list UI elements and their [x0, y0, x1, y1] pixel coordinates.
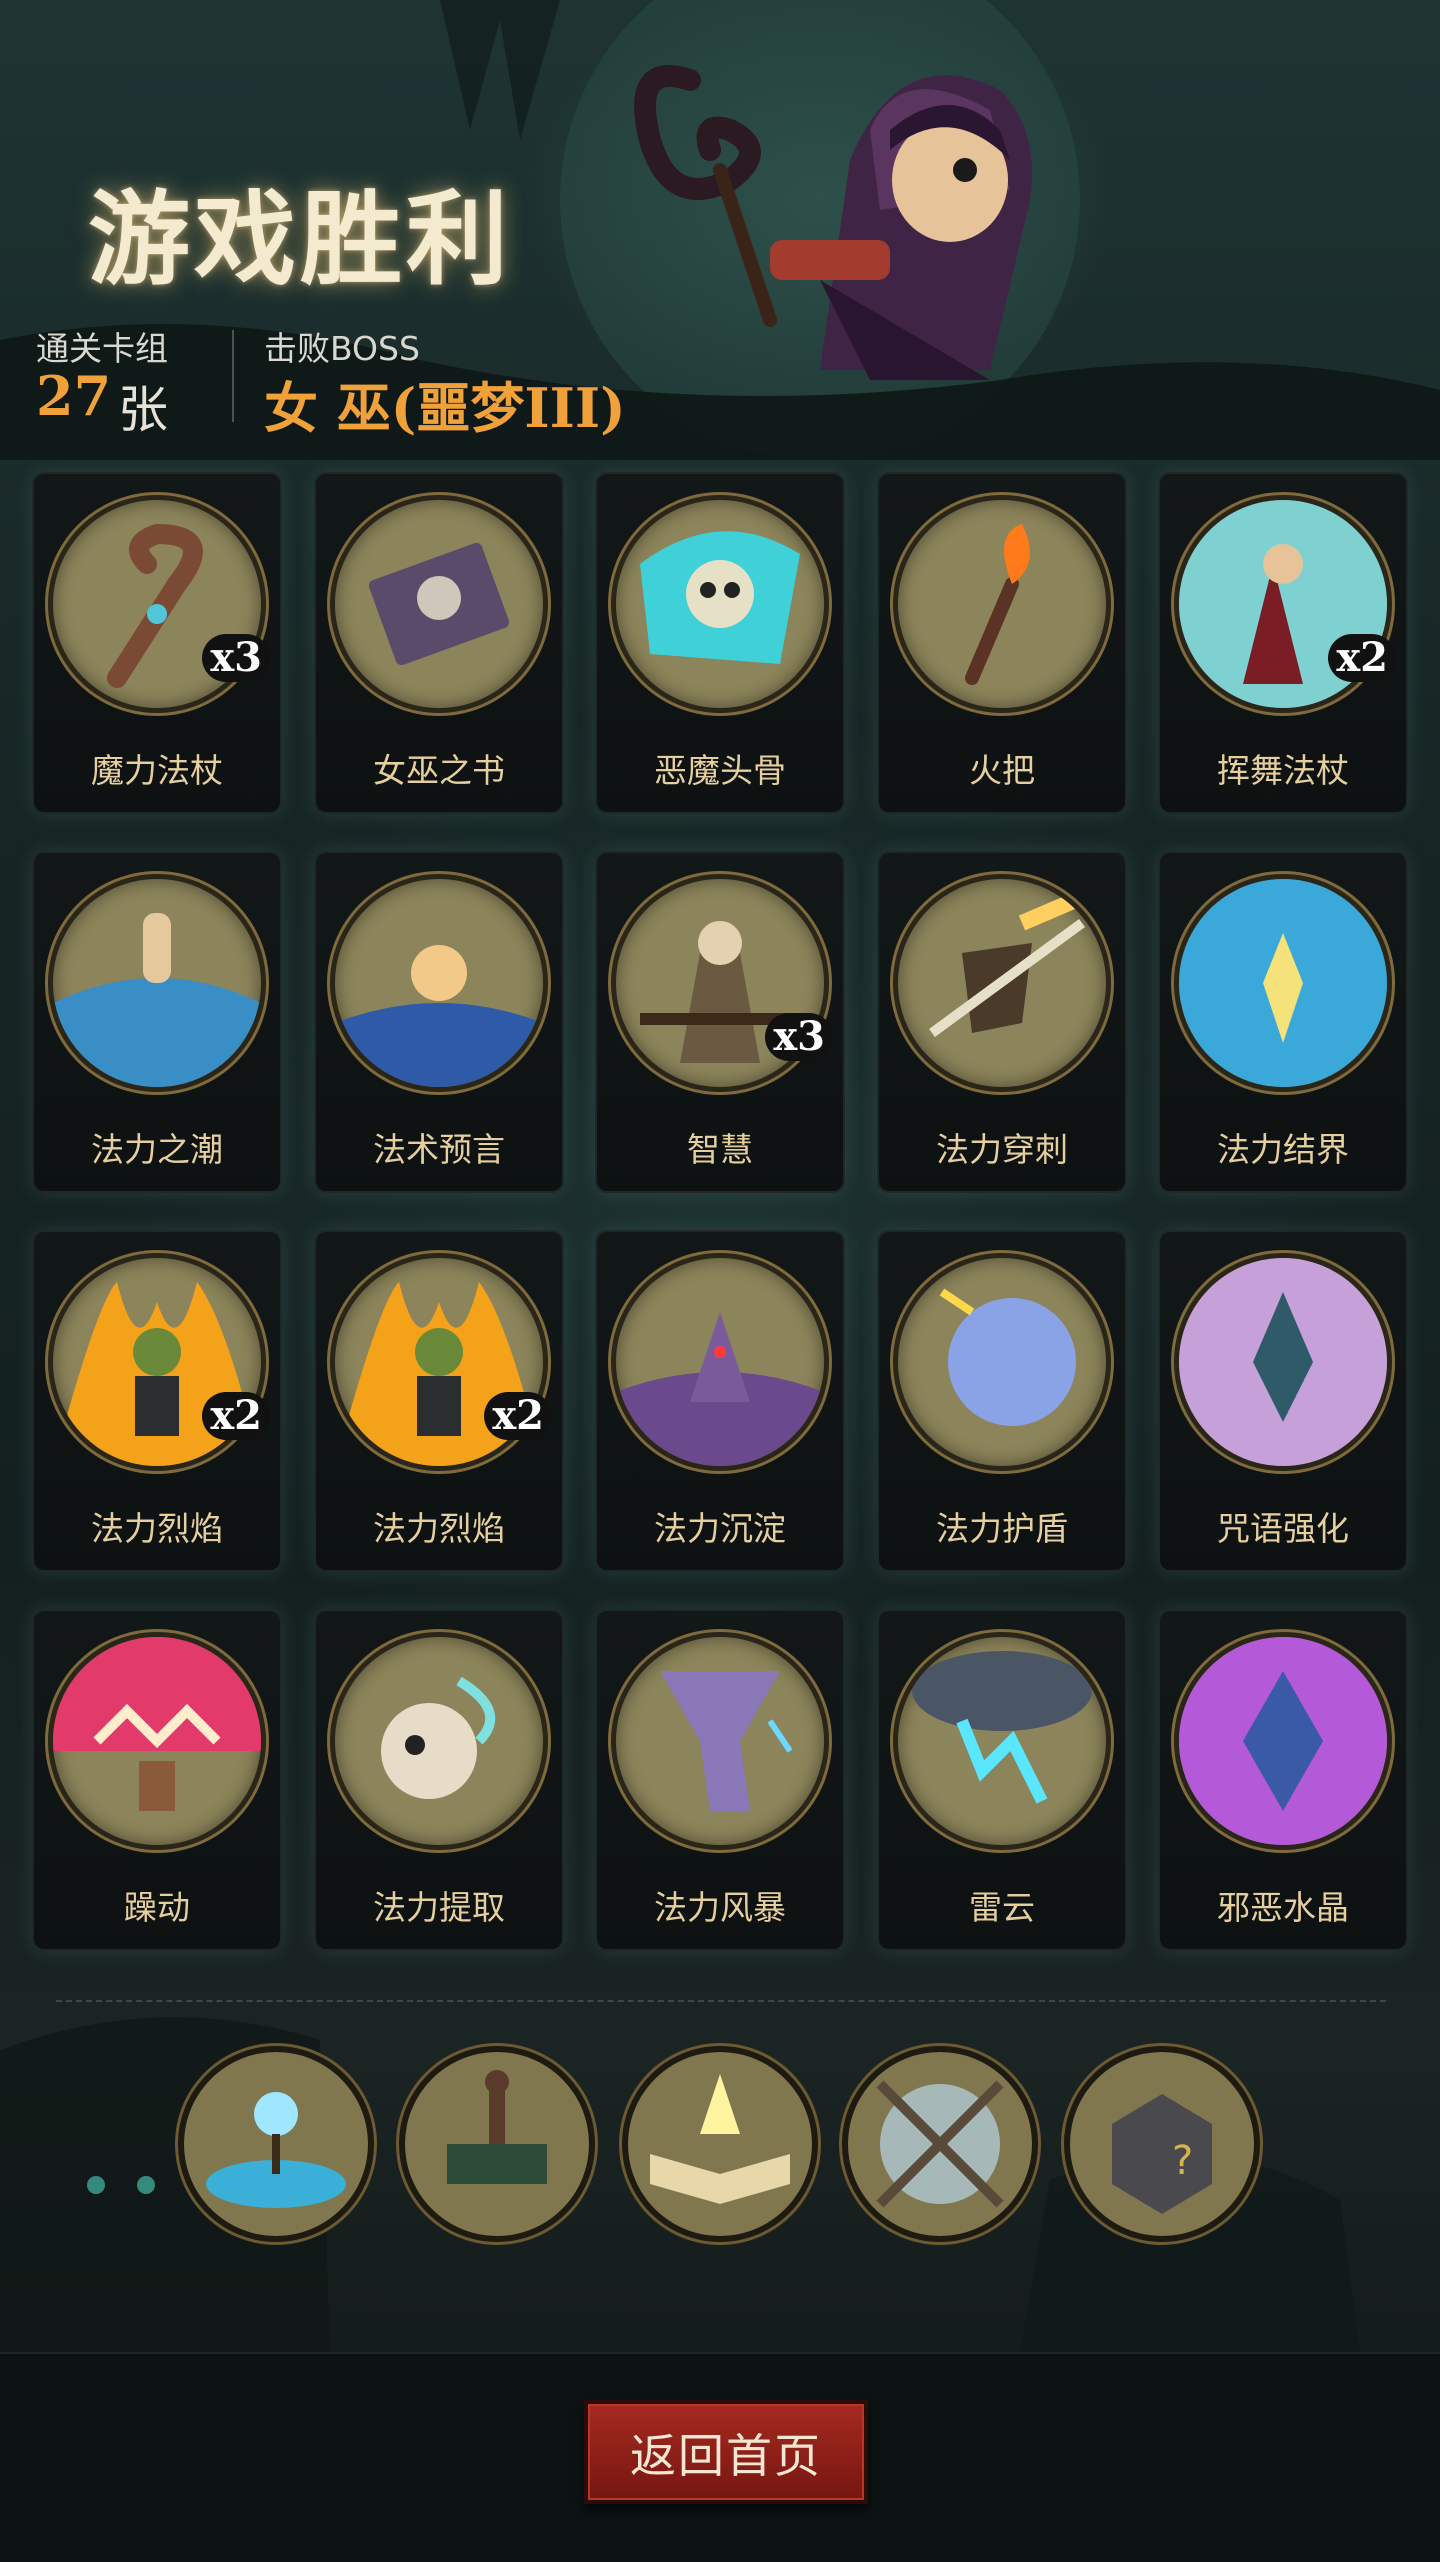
- return-home-button[interactable]: 返回首页: [584, 2400, 868, 2504]
- card-name: 咒语强化: [1217, 1509, 1349, 1548]
- card-name: 躁动: [124, 1888, 190, 1927]
- deck-card[interactable]: 邪恶水晶: [1160, 1611, 1406, 1949]
- crystal-empower-icon: [1179, 1258, 1387, 1466]
- footer-bar: 返回首页: [0, 2352, 1440, 2562]
- tide-hand-icon: [53, 879, 261, 1087]
- card-name: 法力护盾: [936, 1509, 1068, 1548]
- card-name: 挥舞法杖: [1217, 751, 1349, 790]
- card-count-badge: x2: [1328, 634, 1396, 682]
- deck-count-unit: 张: [118, 381, 168, 439]
- card-name: 法力烈焰: [91, 1509, 223, 1548]
- thundercloud-icon: [898, 1637, 1106, 1845]
- deck-card[interactable]: 女巫之书: [316, 474, 562, 812]
- card-count-badge: x3: [202, 634, 270, 682]
- deck-card[interactable]: x2 法力烈焰: [316, 1232, 562, 1570]
- deck-card[interactable]: 法力穿刺: [879, 853, 1125, 1191]
- card-count-badge: x3: [765, 1013, 833, 1061]
- victory-title: 游戏胜利: [88, 180, 512, 300]
- crossed-staves-relic-icon[interactable]: [848, 2052, 1032, 2236]
- deck-card[interactable]: 火把: [879, 474, 1125, 812]
- card-name: 法力风暴: [654, 1888, 786, 1927]
- boss-name: 女 巫(噩梦III): [264, 376, 626, 440]
- general-map-relic-icon[interactable]: [405, 2052, 589, 2236]
- skull-extract-icon: [335, 1637, 543, 1845]
- deck-card[interactable]: x2 法力烈焰: [34, 1232, 280, 1570]
- card-name: 女巫之书: [373, 751, 505, 790]
- card-name: 恶魔头骨: [654, 751, 786, 790]
- card-name: 法术预言: [373, 1130, 505, 1169]
- card-name: 法力沉淀: [654, 1509, 786, 1548]
- section-divider: [56, 2000, 1386, 2002]
- deck-card[interactable]: 恶魔头骨: [597, 474, 843, 812]
- hooded-figure-icon: [616, 1258, 824, 1466]
- glowing-book-relic-icon[interactable]: [628, 2052, 812, 2236]
- deck-card[interactable]: 法力沉淀: [597, 1232, 843, 1570]
- demon-skull-icon: [616, 500, 824, 708]
- deck-card[interactable]: 雷云: [879, 1611, 1125, 1949]
- card-count-badge: x2: [202, 1392, 270, 1440]
- card-name: 魔力法杖: [91, 751, 223, 790]
- skull-book-icon: [335, 500, 543, 708]
- crystal-ball-icon: [335, 879, 543, 1087]
- deck-card[interactable]: 法力提取: [316, 1611, 562, 1949]
- deck-card[interactable]: x3 智慧: [597, 853, 843, 1191]
- svg-text:?: ?: [1172, 2138, 1193, 2184]
- deck-card[interactable]: x3 魔力法杖: [34, 474, 280, 812]
- deck-card[interactable]: 咒语强化: [1160, 1232, 1406, 1570]
- orb-shield-icon: [898, 1258, 1106, 1466]
- mystery-box-relic-icon[interactable]: ?: [1070, 2052, 1254, 2236]
- relic-row: ?: [0, 2052, 1440, 2242]
- barrier-hand-icon: [1179, 879, 1387, 1087]
- card-name: 邪恶水晶: [1217, 1888, 1349, 1927]
- deck-card[interactable]: x2 挥舞法杖: [1160, 474, 1406, 812]
- boss-label: 击败BOSS: [264, 329, 420, 368]
- tornado-icon: [616, 1637, 824, 1845]
- card-name: 雷云: [969, 1888, 1035, 1927]
- pierce-shield-icon: [898, 879, 1106, 1087]
- deck-card[interactable]: 法力结界: [1160, 853, 1406, 1191]
- deck-card[interactable]: 法力风暴: [597, 1611, 843, 1949]
- card-name: 火把: [969, 751, 1035, 790]
- evil-crystal-icon: [1179, 1637, 1387, 1845]
- frenzy-icon: [53, 1637, 261, 1845]
- deck-card[interactable]: 法力之潮: [34, 853, 280, 1191]
- card-name: 法力烈焰: [373, 1509, 505, 1548]
- card-name: 法力穿刺: [936, 1130, 1068, 1169]
- water-orb-relic-icon[interactable]: [184, 2052, 368, 2236]
- deck-card[interactable]: 躁动: [34, 1611, 280, 1949]
- deck-card[interactable]: 法力护盾: [879, 1232, 1125, 1570]
- card-name: 法力结界: [1217, 1130, 1349, 1169]
- card-name: 法力之潮: [91, 1130, 223, 1169]
- witch-character-illustration: [634, 65, 1032, 380]
- deck-card[interactable]: 法术预言: [316, 853, 562, 1191]
- card-count-badge: x2: [484, 1392, 552, 1440]
- deck-card-grid: x3 魔力法杖 女巫之书 恶魔头骨 火把 x2 挥舞法杖 法力之潮 法术预言 x3 智慧 法力穿刺 法力…: [34, 474, 1406, 1950]
- card-name: 智慧: [687, 1130, 753, 1169]
- deck-count-label: 通关卡组: [36, 329, 168, 368]
- stat-divider: [232, 330, 234, 422]
- deck-count-value: 27: [36, 364, 112, 428]
- card-name: 法力提取: [373, 1888, 505, 1927]
- torch-icon: [898, 500, 1106, 708]
